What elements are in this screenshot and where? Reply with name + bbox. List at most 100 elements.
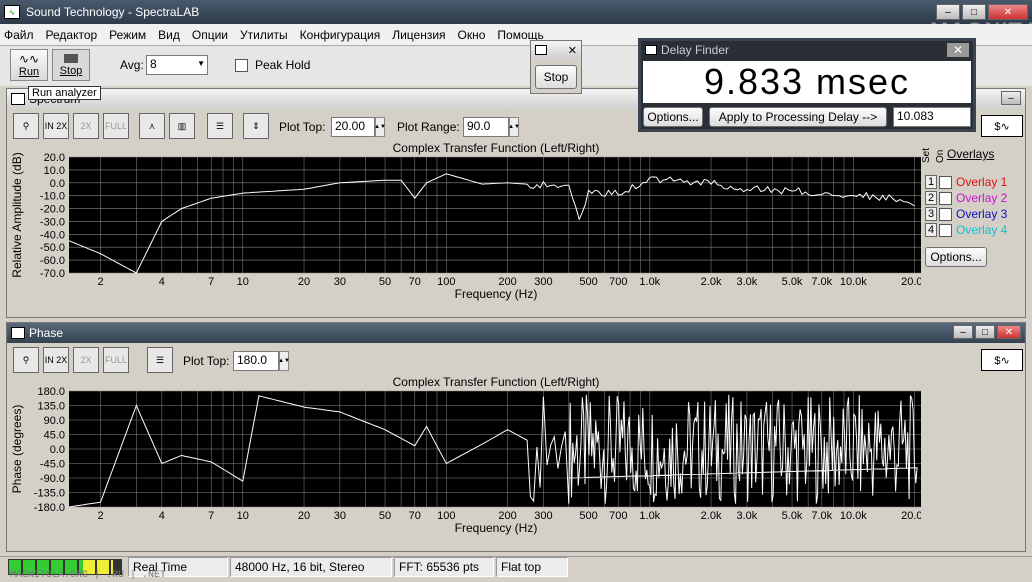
avg-value: 8	[150, 57, 157, 71]
x-tick-label: 1.0k	[639, 276, 660, 288]
vertical-scale-icon[interactable]: ⇕	[243, 113, 269, 139]
stop-button[interactable]: Stop	[52, 49, 90, 81]
plot-range-input[interactable]: 90.0	[463, 117, 509, 137]
y-tick-label: 10.0	[44, 165, 65, 177]
phase-plot-top-value: 180.0	[237, 353, 268, 367]
menu-mode[interactable]: Режим	[109, 28, 146, 42]
x-tick-label: 7.0k	[811, 510, 832, 522]
apply-delay-button[interactable]: Apply to Processing Delay -->	[709, 107, 887, 127]
spectrum-icon	[11, 93, 25, 105]
close-icon[interactable]: ✕	[568, 44, 577, 57]
phase-plot-top-input[interactable]: 180.0	[233, 351, 279, 371]
x-tick-label: 100	[437, 510, 455, 522]
x-tick-label: 100	[437, 276, 455, 288]
delay-finder-window: Delay Finder ✕ 9.833 msec Options... App…	[638, 38, 976, 132]
zoom-out-2x-icon[interactable]: 2X	[73, 347, 99, 373]
x-tick-label: 1.0k	[639, 510, 660, 522]
y-tick-label: -60.0	[40, 255, 65, 267]
bar-graph-icon[interactable]: ▥	[169, 113, 195, 139]
overlays-panel: Overlays Set On 1 Overlay 1 2 Overlay 2 3 Ove…	[921, 145, 1023, 275]
overlay-label: Overlay 3	[956, 207, 1008, 221]
zoom-icon[interactable]: ⚲	[13, 113, 39, 139]
delay-finder-title-bar: Delay Finder ✕	[641, 41, 973, 59]
status-format: 48000 Hz, 16 bit, Stereo	[230, 557, 392, 577]
watermark-bottom: MAGNITOLA.ORG | .RU | .NET	[10, 570, 167, 581]
x-tick-label: 50	[379, 276, 391, 288]
x-tick-label: 3.0k	[737, 276, 758, 288]
phase-chart[interactable]: Complex Transfer Function (Left/Right) 18…	[7, 375, 921, 551]
y-tick-label: 45.0	[44, 430, 65, 442]
x-tick-label: 500	[579, 276, 597, 288]
signal-gen-icon[interactable]: $∿	[981, 349, 1023, 371]
plot-range-label: Plot Range:	[397, 120, 460, 134]
overlay-checkbox[interactable]	[939, 207, 952, 221]
zoom-in-2x-icon[interactable]: IN 2X	[43, 347, 69, 373]
restore-icon[interactable]: □	[975, 325, 995, 339]
overlay-set-button[interactable]: 2	[925, 191, 937, 205]
spectrum-chart[interactable]: Complex Transfer Function (Left/Right)20…	[7, 141, 921, 317]
peak-hold-checkbox[interactable]	[235, 59, 248, 72]
close-icon[interactable]: ✕	[997, 325, 1021, 339]
x-tick-label: 5.0k	[782, 276, 803, 288]
x-tick-label: 3.0k	[737, 510, 758, 522]
minimize-icon[interactable]: –	[1001, 91, 1021, 105]
menu-view[interactable]: Вид	[158, 28, 180, 42]
run-label: Run	[18, 66, 40, 78]
zoom-in-2x-icon[interactable]: IN 2X	[43, 113, 69, 139]
stop-float-button[interactable]: Stop	[535, 65, 577, 89]
x-tick-label: 7.0k	[811, 276, 832, 288]
plot-range-spinner[interactable]: ▲▼	[508, 117, 520, 137]
run-button[interactable]: ∿∿ Run	[10, 49, 48, 81]
menu-config[interactable]: Конфигурация	[300, 28, 381, 42]
menu-file[interactable]: Файл	[4, 28, 34, 42]
overlay-set-button[interactable]: 1	[925, 175, 937, 189]
x-tick-label: 30	[334, 510, 346, 522]
status-window-text: Flat top	[501, 560, 542, 574]
plot-top-spinner[interactable]: ▲▼	[374, 117, 386, 137]
peak-marker-icon[interactable]: ⋏	[139, 113, 165, 139]
delay-finder-icon	[645, 45, 657, 55]
phase-plot-top-spinner[interactable]: ▲▼	[278, 351, 290, 371]
x-tick-label: 30	[334, 276, 346, 288]
x-tick-label: 10.0k	[840, 510, 867, 522]
overlay-row-1: 1 Overlay 1	[925, 175, 1007, 189]
zoom-out-full-icon[interactable]: FULL	[103, 113, 129, 139]
menu-edit[interactable]: Редактор	[46, 28, 98, 42]
y-tick-label: -50.0	[40, 242, 65, 254]
settings-panel-icon[interactable]: ☰	[207, 113, 233, 139]
overlay-options-button[interactable]: Options...	[925, 247, 987, 267]
overlay-checkbox[interactable]	[939, 223, 952, 237]
menu-options[interactable]: Опции	[192, 28, 228, 42]
settings-panel-icon[interactable]: ☰	[147, 347, 173, 373]
peak-hold-label: Peak Hold	[255, 58, 311, 72]
y-tick-label: 20.0	[44, 152, 65, 164]
overlay-set-button[interactable]: 4	[925, 223, 937, 237]
y-tick-label: 135.0	[37, 401, 65, 413]
overlay-set-button[interactable]: 3	[925, 207, 937, 221]
overlay-label: Overlay 2	[956, 191, 1008, 205]
x-tick-label: 20.0k	[901, 276, 921, 288]
x-tick-label: 20	[298, 276, 310, 288]
menu-utilities[interactable]: Утилиты	[240, 28, 288, 42]
x-tick-label: 10	[237, 276, 249, 288]
apply-delay-input[interactable]: 10.083	[893, 107, 971, 127]
plot-top-input[interactable]: 20.00	[331, 117, 375, 137]
zoom-out-full-icon[interactable]: FULL	[103, 347, 129, 373]
chevron-down-icon: ▼	[197, 59, 205, 68]
zoom-icon[interactable]: ⚲	[13, 347, 39, 373]
overlay-row-3: 3 Overlay 3	[925, 207, 1007, 221]
overlay-checkbox[interactable]	[939, 175, 952, 189]
minimize-icon[interactable]: –	[953, 325, 973, 339]
close-icon[interactable]: ✕	[946, 43, 969, 57]
avg-select[interactable]: 8 ▼	[146, 55, 208, 75]
phase-title: Phase	[29, 326, 64, 340]
menu-window[interactable]: Окно	[458, 28, 486, 42]
spectrum-window-controls: –	[999, 91, 1021, 105]
y-tick-label: 0.0	[50, 178, 65, 190]
overlay-options-label: Options...	[930, 250, 982, 264]
delay-options-button[interactable]: Options...	[643, 107, 703, 127]
menu-license[interactable]: Лицензия	[392, 28, 445, 42]
zoom-out-2x-icon[interactable]: 2X	[73, 113, 99, 139]
signal-gen-icon[interactable]: $∿	[981, 115, 1023, 137]
overlay-checkbox[interactable]	[939, 191, 952, 205]
